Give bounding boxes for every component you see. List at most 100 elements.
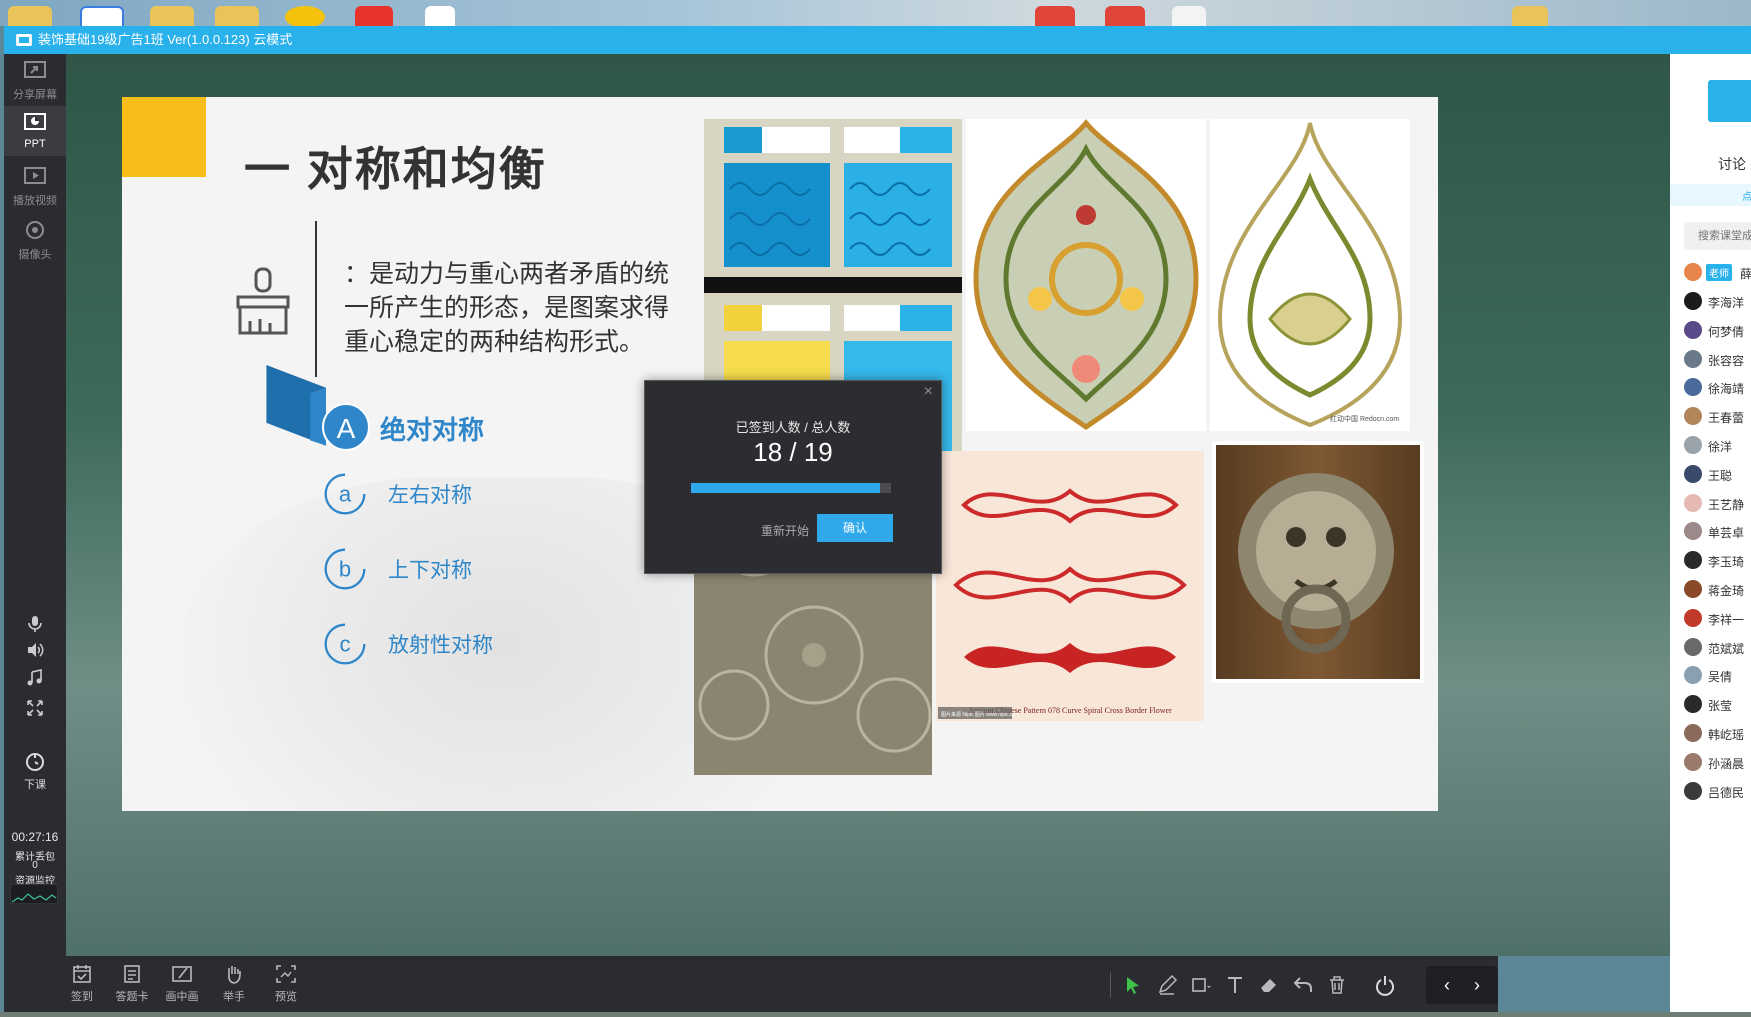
sub-item-label: 上下对称 — [388, 559, 472, 582]
microphone-icon[interactable] — [25, 614, 45, 634]
document-icon — [1172, 6, 1206, 26]
share-screen-button[interactable]: 分享屏幕 — [4, 60, 66, 106]
avatar — [1684, 493, 1702, 512]
power-icon[interactable] — [1374, 974, 1396, 996]
checkin-label: 签到 — [71, 991, 93, 1003]
presentation-stage: 一 对称和均衡 ：是动力与重心两者矛盾的统一所产生的形态，是图案求得重心稳定的两… — [66, 54, 1670, 956]
teacher-name: 薛 — [1740, 267, 1751, 281]
ppt-button[interactable]: PPT — [4, 106, 66, 156]
confirm-button[interactable]: 确认 — [817, 514, 893, 542]
member-name: 孙涵晨 — [1708, 756, 1745, 771]
pen-icon[interactable] — [1156, 974, 1178, 996]
prev-slide-button[interactable]: ‹ — [1436, 974, 1458, 996]
divider-line — [315, 221, 317, 377]
avatar — [1684, 608, 1702, 627]
member-name: 单芸卓 — [1708, 526, 1745, 541]
raise-hand-label: 举手 — [223, 991, 245, 1003]
checkin-count: 18 / 19 — [753, 437, 833, 467]
member-item[interactable]: 王艺静 — [1684, 493, 1751, 513]
raise-hand-button[interactable]: 举手 — [210, 964, 258, 1004]
lion-door-knocker-image — [1212, 441, 1424, 683]
folder-icon — [1512, 6, 1548, 26]
member-item[interactable]: 徐海靖 — [1684, 377, 1751, 397]
tab-discussion[interactable]: 讨论 — [1718, 154, 1746, 174]
shape-icon[interactable] — [1190, 974, 1212, 996]
member-item[interactable]: 王春蕾 — [1684, 406, 1751, 426]
restart-button[interactable]: 重新开始 — [761, 522, 809, 539]
member-name: 李祥一 — [1708, 612, 1745, 627]
undo-icon[interactable] — [1292, 974, 1314, 996]
member-teacher[interactable]: 老师 薛 — [1684, 262, 1751, 282]
member-name: 徐海靖 — [1708, 382, 1745, 397]
member-item[interactable]: 蒋金琦 — [1684, 579, 1751, 599]
window-titlebar: 装饰基础19级广告1班 Ver(1.0.0.123) 云模式 — [4, 26, 1751, 54]
chrome-like-icon — [285, 6, 325, 26]
member-item[interactable]: 张容容 — [1684, 349, 1751, 369]
yellow-accent-block — [122, 97, 206, 177]
avatar — [1684, 436, 1702, 454]
picture-in-picture-label: 画中画 — [165, 991, 199, 1003]
play-video-icon — [24, 167, 46, 184]
right-panel-strip: 点 — [1670, 184, 1751, 206]
arabesque-ornament-image — [966, 119, 1206, 431]
toolbar-divider — [1110, 972, 1111, 998]
music-icon[interactable] — [25, 668, 45, 688]
preview-button[interactable]: 预览 — [262, 964, 310, 1004]
play-video-button[interactable]: 播放视频 — [4, 166, 66, 212]
desktop-background — [0, 0, 1751, 26]
text-icon[interactable] — [1224, 974, 1246, 996]
member-item[interactable]: 王聪 — [1684, 464, 1751, 484]
speaker-icon[interactable] — [25, 640, 45, 660]
image-watermark: 图片来源 Nipic 图片 www.nipic.com — [941, 711, 1019, 718]
next-slide-button[interactable]: › — [1466, 974, 1488, 996]
member-item[interactable]: 李玉琦 — [1684, 550, 1751, 570]
folder-icon — [8, 6, 52, 26]
power-clock-icon — [26, 753, 44, 771]
end-class-button[interactable]: 下课 — [4, 750, 66, 794]
avatar — [1684, 292, 1702, 310]
member-item[interactable]: 徐洋 — [1684, 435, 1751, 455]
slide-navigation: ‹ › — [1426, 966, 1498, 1004]
member-name: 吕德民 — [1708, 785, 1745, 800]
sub-item-label: 左右对称 — [388, 484, 472, 507]
avatar — [1684, 378, 1702, 397]
member-item[interactable]: 何梦倩 — [1684, 320, 1751, 340]
member-search-input[interactable] — [1684, 222, 1751, 250]
checkin-button[interactable]: 签到 — [58, 964, 106, 1004]
member-name: 韩屹瑶 — [1708, 728, 1745, 742]
avatar — [1684, 752, 1702, 771]
gold-ornament-image: 红动中国 Redocn.com — [1210, 119, 1410, 431]
pointer-icon[interactable] — [1122, 974, 1144, 996]
packet-loss-value: 0 — [32, 860, 38, 871]
answer-card-button[interactable]: 答题卡 — [108, 964, 156, 1004]
brush-icon — [236, 267, 290, 335]
avatar — [1684, 349, 1702, 368]
preview-icon — [276, 965, 296, 983]
member-item[interactable]: 李海洋 — [1684, 291, 1751, 311]
right-panel: 讨论 点 老师 薛 李海洋何梦倩张容容徐海靖王春蕾徐洋王聪王艺静单芸卓李玉琦蒋金… — [1670, 54, 1751, 1017]
member-name: 蒋金琦 — [1708, 584, 1745, 598]
folder-icon — [150, 6, 194, 26]
picture-in-picture-button[interactable]: 画中画 — [158, 964, 206, 1004]
avatar — [1684, 407, 1702, 426]
member-item[interactable]: 李祥一 — [1684, 608, 1751, 628]
camera-button[interactable]: 摄像头 — [4, 220, 66, 266]
eraser-icon[interactable] — [1258, 974, 1280, 996]
checkin-dialog: × 已签到人数 / 总人数 18 / 19 重新开始 确认 — [644, 380, 942, 574]
fullscreen-icon[interactable] — [25, 698, 45, 718]
member-item[interactable]: 孙涵晨 — [1684, 752, 1751, 772]
raise-hand-icon — [228, 966, 241, 984]
right-panel-action-button[interactable] — [1708, 80, 1751, 122]
member-item[interactable]: 范斌斌 — [1684, 637, 1751, 657]
member-item[interactable]: 吕德民 — [1684, 781, 1751, 801]
svg-text:a: a — [339, 481, 352, 506]
trash-icon[interactable] — [1326, 974, 1348, 996]
member-item[interactable]: 单芸卓 — [1684, 521, 1751, 541]
member-item[interactable]: 韩屹瑶 — [1684, 723, 1751, 743]
member-name: 李玉琦 — [1708, 555, 1745, 570]
pdf-icon — [1035, 6, 1075, 26]
close-icon[interactable]: × — [924, 383, 933, 401]
member-item[interactable]: 张莹 — [1684, 694, 1751, 714]
slide-description: ：是动力与重心两者矛盾的统一所产生的形态，是图案求得重心稳定的两种结构形式。 — [344, 260, 670, 356]
member-item[interactable]: 吴倩 — [1684, 665, 1751, 685]
